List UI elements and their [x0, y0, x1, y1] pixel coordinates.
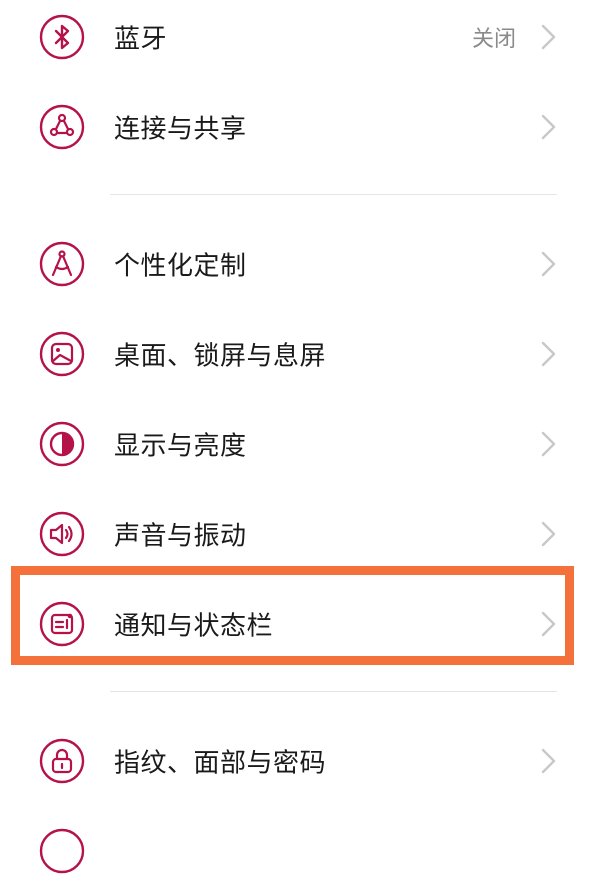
- settings-item-sound[interactable]: 声音与振动: [0, 489, 592, 579]
- settings-item-connection[interactable]: 连接与共享: [0, 82, 592, 172]
- settings-item-bluetooth[interactable]: 蓝牙 关闭: [0, 0, 592, 82]
- chevron-right-icon: [540, 340, 558, 368]
- compass-icon: [38, 240, 86, 288]
- section-divider: [110, 194, 557, 195]
- settings-item-label: 显示与亮度: [114, 431, 247, 462]
- settings-item-security[interactable]: 指纹、面部与密码: [0, 716, 592, 806]
- settings-item-label: 连接与共享: [114, 114, 247, 145]
- chevron-right-icon: [540, 430, 558, 458]
- settings-item-display[interactable]: 显示与亮度: [0, 399, 592, 489]
- settings-item-label: 个性化定制: [114, 251, 247, 282]
- chevron-right-icon: [540, 250, 558, 278]
- settings-item-personalization[interactable]: 个性化定制: [0, 219, 592, 309]
- brightness-icon: [38, 420, 86, 468]
- settings-item-label: 桌面、锁屏与息屏: [114, 341, 327, 372]
- partial-item-icon: [38, 827, 86, 875]
- settings-item-label: 指纹、面部与密码: [114, 748, 327, 779]
- chevron-right-icon: [540, 747, 558, 775]
- notification-icon: [38, 600, 86, 648]
- settings-item-label: 通知与状态栏: [114, 611, 274, 642]
- settings-item-label: 声音与振动: [114, 521, 247, 552]
- speaker-icon: [38, 510, 86, 558]
- settings-item-next[interactable]: [0, 806, 592, 896]
- share-network-icon: [38, 103, 86, 151]
- settings-item-notification[interactable]: 通知与状态栏: [0, 579, 592, 669]
- bluetooth-icon: [38, 13, 86, 61]
- chevron-right-icon: [540, 23, 558, 51]
- chevron-right-icon: [540, 520, 558, 548]
- chevron-right-icon: [540, 113, 558, 141]
- settings-item-desktop[interactable]: 桌面、锁屏与息屏: [0, 309, 592, 399]
- wallpaper-icon: [38, 330, 86, 378]
- lock-icon: [38, 737, 86, 785]
- chevron-right-icon: [540, 610, 558, 638]
- settings-item-label: 蓝牙: [114, 24, 168, 55]
- section-divider: [110, 691, 557, 692]
- bluetooth-status-value: 关闭: [471, 27, 516, 52]
